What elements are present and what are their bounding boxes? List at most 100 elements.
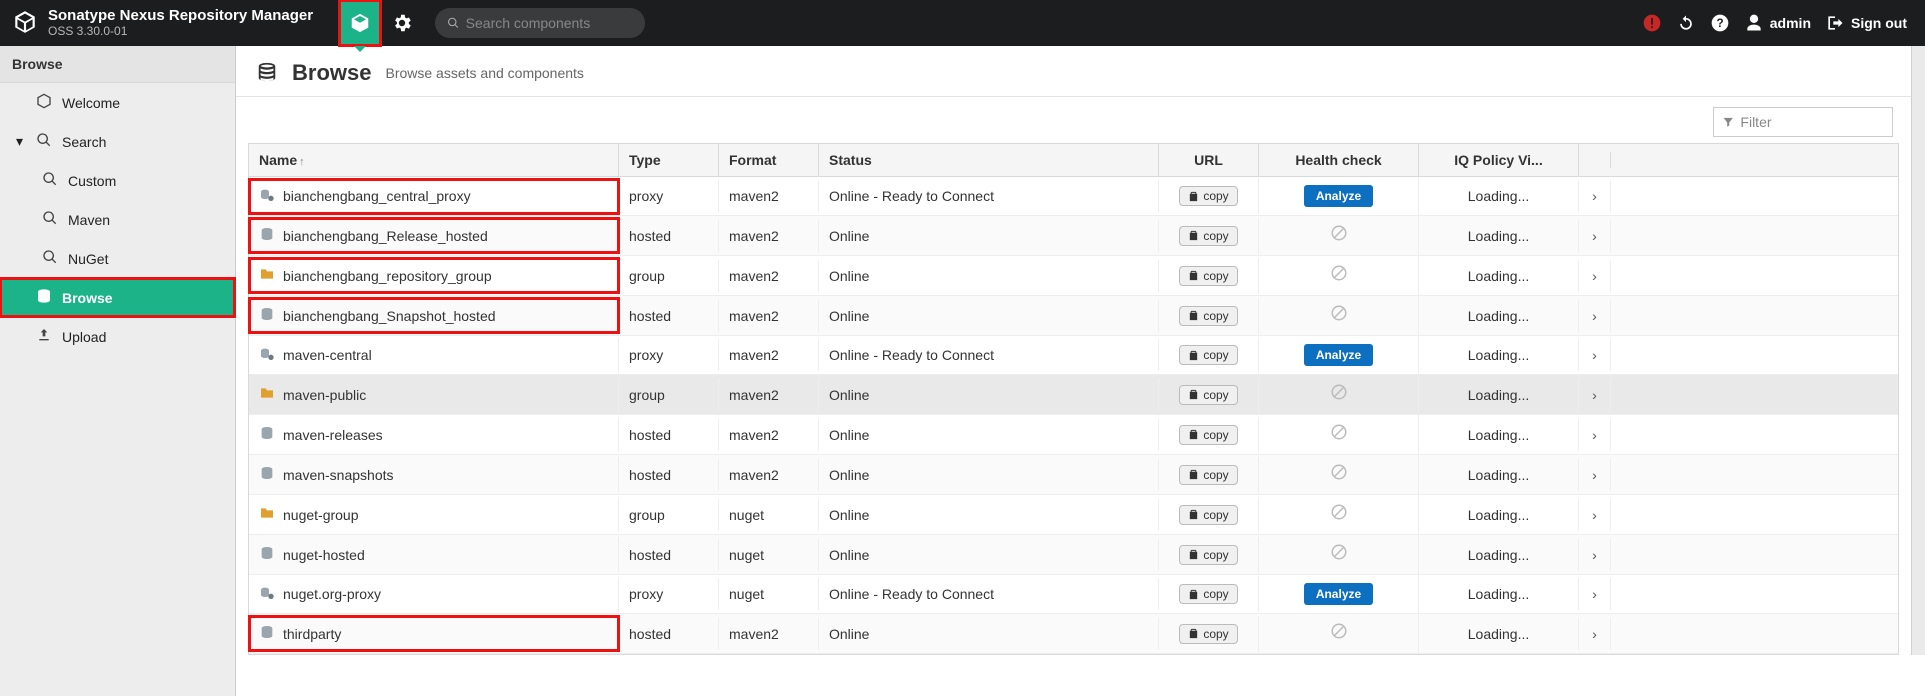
clipboard-icon [1188, 429, 1199, 440]
repo-type: proxy [619, 578, 719, 610]
sidebar-item-upload[interactable]: Upload [0, 317, 235, 356]
row-expand-chevron[interactable]: › [1579, 419, 1611, 451]
repo-name: nuget-group [283, 507, 359, 523]
repo-format: maven2 [719, 180, 819, 212]
alert-icon[interactable] [1642, 13, 1662, 33]
repo-name: nuget.org-proxy [283, 586, 381, 602]
repo-name: bianchengbang_Release_hosted [283, 228, 488, 244]
row-expand-chevron[interactable]: › [1579, 220, 1611, 252]
column-header[interactable]: Format [719, 144, 819, 176]
repo-name: maven-snapshots [283, 467, 394, 483]
help-icon[interactable]: ? [1710, 13, 1730, 33]
analyze-button[interactable]: Analyze [1304, 583, 1373, 605]
sidebar-item-browse[interactable]: Browse [0, 278, 235, 317]
filter-box[interactable] [1713, 107, 1893, 137]
repo-type: hosted [619, 618, 719, 650]
search-icon [42, 210, 58, 229]
row-expand-chevron[interactable]: › [1579, 539, 1611, 571]
row-expand-chevron[interactable]: › [1579, 260, 1611, 292]
sidebar-item-label: Search [62, 134, 106, 150]
copy-url-button[interactable]: copy [1179, 425, 1237, 445]
column-header[interactable]: Health check [1259, 144, 1419, 176]
copy-url-button[interactable]: copy [1179, 345, 1237, 365]
sidebar-item-label: Upload [62, 329, 106, 345]
column-header[interactable]: Name↑ [249, 144, 619, 176]
table-row[interactable]: maven-centralproxymaven2Online - Ready t… [249, 336, 1898, 375]
not-available-icon [1330, 425, 1348, 445]
search-input[interactable] [466, 15, 633, 31]
repo-name: thirdparty [283, 626, 341, 642]
repo-group-icon [259, 505, 275, 524]
analyze-button[interactable]: Analyze [1304, 185, 1373, 207]
copy-url-button[interactable]: copy [1179, 584, 1237, 604]
row-expand-chevron[interactable]: › [1579, 379, 1611, 411]
copy-url-button[interactable]: copy [1179, 186, 1237, 206]
copy-url-button[interactable]: copy [1179, 226, 1237, 246]
sidebar-item-welcome[interactable]: Welcome [0, 83, 235, 122]
table-row[interactable]: bianchengbang_repository_groupgroupmaven… [249, 256, 1898, 296]
nav-admin-button[interactable] [381, 0, 423, 46]
row-expand-chevron[interactable]: › [1579, 300, 1611, 332]
table-row[interactable]: nuget-groupgroupnugetOnlinecopyLoading..… [249, 495, 1898, 535]
repo-format: maven2 [719, 459, 819, 491]
iq-policy-cell: Loading... [1419, 180, 1579, 212]
search-box[interactable] [435, 8, 645, 38]
nav-browse-button[interactable] [339, 0, 381, 46]
table-row[interactable]: maven-snapshotshostedmaven2OnlinecopyLoa… [249, 455, 1898, 495]
copy-url-button[interactable]: copy [1179, 266, 1237, 286]
sidebar-item-custom[interactable]: Custom [0, 161, 235, 200]
copy-url-button[interactable]: copy [1179, 624, 1237, 644]
row-expand-chevron[interactable]: › [1579, 459, 1611, 491]
table-row[interactable]: bianchengbang_Release_hostedhostedmaven2… [249, 216, 1898, 256]
copy-url-button[interactable]: copy [1179, 465, 1237, 485]
sidebar-item-search[interactable]: ▾Search [0, 122, 235, 161]
column-header[interactable]: Type [619, 144, 719, 176]
table-row[interactable]: nuget.org-proxyproxynugetOnline - Ready … [249, 575, 1898, 614]
iq-policy-cell: Loading... [1419, 419, 1579, 451]
repo-type: hosted [619, 539, 719, 571]
row-expand-chevron[interactable]: › [1579, 578, 1611, 610]
repo-table: Name↑TypeFormatStatusURLHealth checkIQ P… [248, 143, 1899, 655]
refresh-icon[interactable] [1676, 13, 1696, 33]
row-expand-chevron[interactable]: › [1579, 618, 1611, 650]
user-menu[interactable]: admin [1744, 13, 1811, 33]
iq-policy-cell: Loading... [1419, 300, 1579, 332]
scrollbar[interactable] [1911, 46, 1925, 655]
table-row[interactable]: bianchengbang_Snapshot_hostedhostedmaven… [249, 296, 1898, 336]
iq-policy-cell: Loading... [1419, 578, 1579, 610]
sidebar-item-label: Welcome [62, 95, 120, 111]
iq-policy-cell: Loading... [1419, 220, 1579, 252]
filter-input[interactable] [1740, 114, 1884, 130]
repo-status: Online - Ready to Connect [819, 180, 1159, 212]
column-header[interactable]: Status [819, 144, 1159, 176]
analyze-button[interactable]: Analyze [1304, 344, 1373, 366]
sidebar-item-maven[interactable]: Maven [0, 200, 235, 239]
signout-button[interactable]: Sign out [1825, 13, 1907, 33]
table-row[interactable]: nuget-hostedhostednugetOnlinecopyLoading… [249, 535, 1898, 575]
repo-format: maven2 [719, 260, 819, 292]
column-header[interactable]: IQ Policy Vi... [1419, 144, 1579, 176]
sidebar-item-nuget[interactable]: NuGet [0, 239, 235, 278]
row-expand-chevron[interactable]: › [1579, 339, 1611, 371]
copy-url-button[interactable]: copy [1179, 505, 1237, 525]
repo-type: hosted [619, 419, 719, 451]
column-header[interactable]: URL [1159, 144, 1259, 176]
iq-policy-cell: Loading... [1419, 379, 1579, 411]
clipboard-icon [1188, 191, 1199, 202]
table-row[interactable]: bianchengbang_central_proxyproxymaven2On… [249, 177, 1898, 216]
copy-url-button[interactable]: copy [1179, 385, 1237, 405]
sort-asc-icon: ↑ [299, 156, 305, 168]
table-row[interactable]: thirdpartyhostedmaven2OnlinecopyLoading.… [249, 614, 1898, 654]
row-expand-chevron[interactable]: › [1579, 499, 1611, 531]
repo-hosted-icon [259, 545, 275, 564]
repo-name: bianchengbang_Snapshot_hosted [283, 308, 496, 324]
table-row[interactable]: maven-releaseshostedmaven2OnlinecopyLoad… [249, 415, 1898, 455]
product-version: OSS 3.30.0-01 [48, 24, 313, 38]
iq-policy-cell: Loading... [1419, 618, 1579, 650]
copy-url-button[interactable]: copy [1179, 545, 1237, 565]
repo-status: Online [819, 260, 1159, 292]
table-row[interactable]: maven-publicgroupmaven2OnlinecopyLoading… [249, 375, 1898, 415]
row-expand-chevron[interactable]: › [1579, 180, 1611, 212]
not-available-icon [1330, 385, 1348, 405]
copy-url-button[interactable]: copy [1179, 306, 1237, 326]
